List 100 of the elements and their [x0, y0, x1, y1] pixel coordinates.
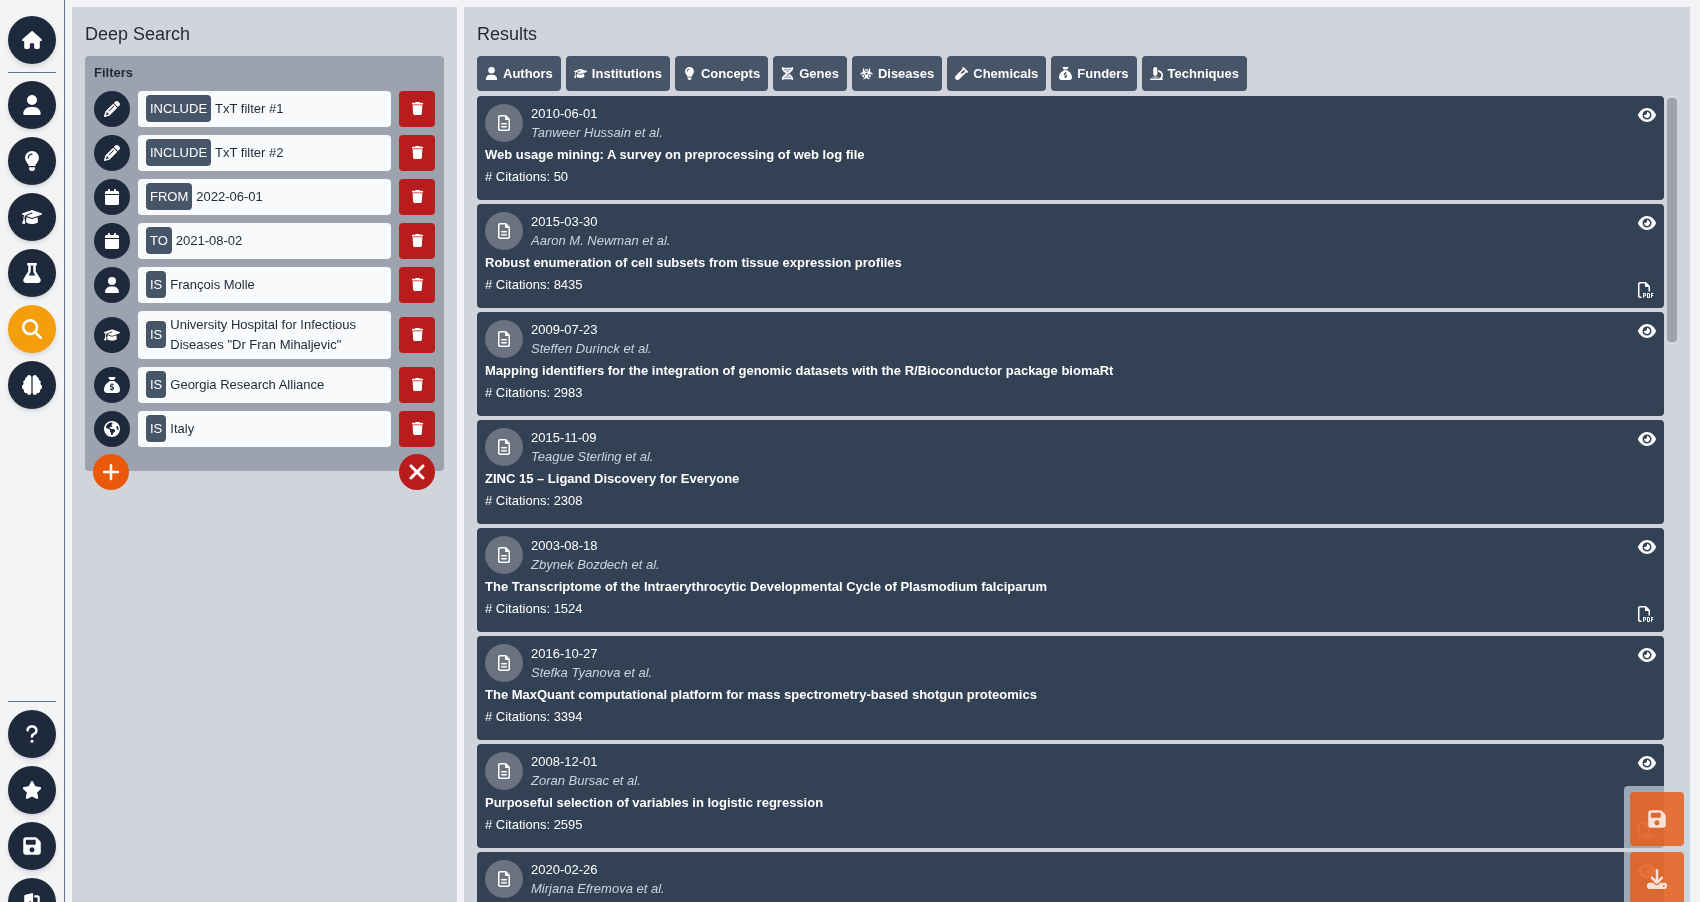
delete-button[interactable] — [399, 178, 435, 215]
publication-date: 2015-11-09 — [531, 429, 598, 447]
operator-tag: INCLUDE — [146, 94, 212, 123]
add-filter-button[interactable] — [93, 453, 129, 490]
category-tab[interactable]: Chemicals — [947, 56, 1047, 91]
category-tab[interactable]: Institutions — [565, 56, 670, 91]
author-list: Steffen Durinck et al. — [531, 340, 652, 358]
eye-icon[interactable] — [1638, 322, 1656, 340]
eye-icon[interactable] — [1638, 538, 1656, 556]
delete-button[interactable] — [399, 134, 435, 171]
category-tab[interactable]: Funders — [1051, 56, 1137, 91]
sidebar-button[interactable] — [8, 16, 56, 64]
publication-date: 2015-03-30 — [531, 213, 599, 231]
filter-value: François Molle — [170, 275, 255, 294]
sidebar-button[interactable] — [8, 193, 56, 241]
result-card[interactable]: 2003-08-18 Zbynek Bozdech et al. The Transcriptome of the Intraerythrocytic Developmental Cycle of Plasmodium falciparum # Citations: 1524 — [477, 528, 1664, 632]
eye-icon[interactable] — [1638, 430, 1656, 448]
operator-tag: IS — [146, 320, 167, 349]
filter-value: TxT filter #2 — [215, 143, 284, 162]
filter-field[interactable]: INCLUDE TxT filter #2 — [138, 134, 391, 171]
sidebar-button[interactable] — [8, 766, 56, 814]
trash-icon — [410, 422, 424, 435]
delete-button[interactable] — [399, 90, 435, 127]
microscope-icon — [1149, 67, 1163, 80]
operator-tag: INCLUDE — [146, 138, 212, 167]
publication-title: Robust enumeration of cell subsets from tissue expression profiles — [485, 254, 902, 272]
filter-field[interactable]: IS Georgia Research Alliance — [138, 366, 391, 403]
delete-button[interactable] — [399, 266, 435, 303]
sidebar-button[interactable] — [8, 249, 56, 297]
document-icon — [496, 439, 512, 455]
publication-date: 2003-08-18 — [531, 537, 599, 555]
document-icon — [496, 223, 512, 239]
clear-filters-button[interactable] — [399, 453, 435, 490]
citation-count: # Citations: 2308 — [485, 492, 583, 510]
eye-icon[interactable] — [1638, 646, 1656, 664]
category-tab[interactable]: Authors — [477, 56, 561, 91]
category-tab[interactable]: Concepts — [674, 56, 769, 91]
filter-field[interactable]: INCLUDE TxT filter #1 — [138, 90, 391, 127]
operator-tag: IS — [146, 414, 167, 443]
document-icon — [496, 871, 512, 887]
category-tab[interactable]: Diseases — [851, 56, 943, 91]
category-tab[interactable]: Genes — [773, 56, 847, 91]
download-button[interactable] — [1630, 852, 1684, 902]
delete-button[interactable] — [399, 316, 435, 353]
eye-icon[interactable] — [1638, 214, 1656, 232]
pdf-icon[interactable] — [1638, 604, 1654, 624]
citation-count: # Citations: 2595 — [485, 816, 583, 834]
document-icon — [496, 655, 512, 671]
publication-title: Mapping identifiers for the integration of genomic datasets with the R/Bioconductor package biomaRt — [485, 362, 1114, 380]
sidebar-button[interactable] — [8, 81, 56, 129]
user-icon — [104, 276, 120, 293]
trash-icon — [410, 190, 424, 203]
globe-icon — [104, 420, 120, 437]
publication-title: Purposeful selection of variables in logistic regression — [485, 794, 824, 812]
author-list: Zoran Bursac et al. — [531, 772, 641, 790]
filter-field[interactable]: IS University Hospital for Infectious Diseases "Dr Fran Mihaljevic" — [138, 310, 391, 359]
result-card[interactable]: 2016-10-27 Stefka Tyanova et al. The MaxQuant computational platform for mass spectrometry-based shotgun proteomics # Citations: 3394 — [477, 636, 1664, 740]
panel-title: Results — [477, 23, 539, 46]
result-card[interactable]: 2015-11-09 Teague Sterling et al. ZINC 15 – Ligand Discovery for Everyone # Citations: 2308 — [477, 420, 1664, 524]
citation-count: # Citations: 2983 — [485, 384, 583, 402]
trash-icon — [410, 378, 424, 391]
delete-button[interactable] — [399, 366, 435, 403]
user-icon — [22, 95, 42, 115]
pdf-icon[interactable] — [1638, 280, 1654, 300]
star-icon — [22, 780, 42, 800]
filter-value: 2021-08-02 — [175, 231, 243, 250]
pencil-icon — [104, 144, 120, 161]
filter-field[interactable]: IS Italy — [138, 410, 391, 447]
delete-button[interactable] — [399, 222, 435, 259]
eye-icon[interactable] — [1638, 106, 1656, 124]
trash-icon — [410, 102, 424, 115]
save-pdf-button[interactable] — [1630, 792, 1684, 846]
sidebar-button[interactable] — [8, 710, 56, 758]
sidebar-button[interactable] — [8, 822, 56, 870]
publication-title: The Transcriptome of the Intraerythrocytic Developmental Cycle of Plasmodium falciparum — [485, 578, 1048, 596]
result-card[interactable]: 2008-12-01 Zoran Bursac et al. Purposeful selection of variables in logistic regression # Citations: 2595 — [477, 744, 1664, 848]
vial-icon — [955, 67, 969, 80]
publication-date: 2016-10-27 — [531, 645, 599, 663]
document-icon — [496, 331, 512, 347]
publication-date: 2008-12-01 — [531, 753, 599, 771]
result-card[interactable]: 2009-07-23 Steffen Durinck et al. Mapping identifiers for the integration of genomic datasets with the R/Bioconductor package biomaRt # Citations: 2983 — [477, 312, 1664, 416]
filter-field[interactable]: IS François Molle — [138, 266, 391, 303]
pencil-icon — [104, 100, 120, 117]
home-icon — [22, 30, 42, 50]
download-icon — [1647, 869, 1667, 889]
result-card[interactable]: 2010-06-01 Tanweer Hussain et al. Web usage mining: A survey on preprocessing of web log file # Citations: 50 — [477, 96, 1664, 200]
eye-icon[interactable] — [1638, 754, 1656, 772]
author-list: Mirjana Efremova et al. — [531, 880, 665, 898]
filter-value: Georgia Research Alliance — [170, 375, 325, 394]
search-icon — [22, 319, 42, 339]
sidebar-button[interactable] — [8, 361, 56, 409]
result-card[interactable]: 2015-03-30 Aaron M. Newman et al. Robust enumeration of cell subsets from tissue expression profiles # Citations: 8435 — [477, 204, 1664, 308]
delete-button[interactable] — [399, 410, 435, 447]
category-tab[interactable]: Techniques — [1141, 56, 1247, 91]
operator-tag: TO — [146, 226, 172, 255]
filter-field[interactable]: TO 2021-08-02 — [138, 222, 391, 259]
operator-tag: IS — [146, 370, 167, 399]
publication-title: The MaxQuant computational platform for mass spectrometry-based shotgun proteomics — [485, 686, 1037, 704]
sidebar-button[interactable] — [8, 137, 56, 185]
filter-field[interactable]: FROM 2022-06-01 — [138, 178, 391, 215]
